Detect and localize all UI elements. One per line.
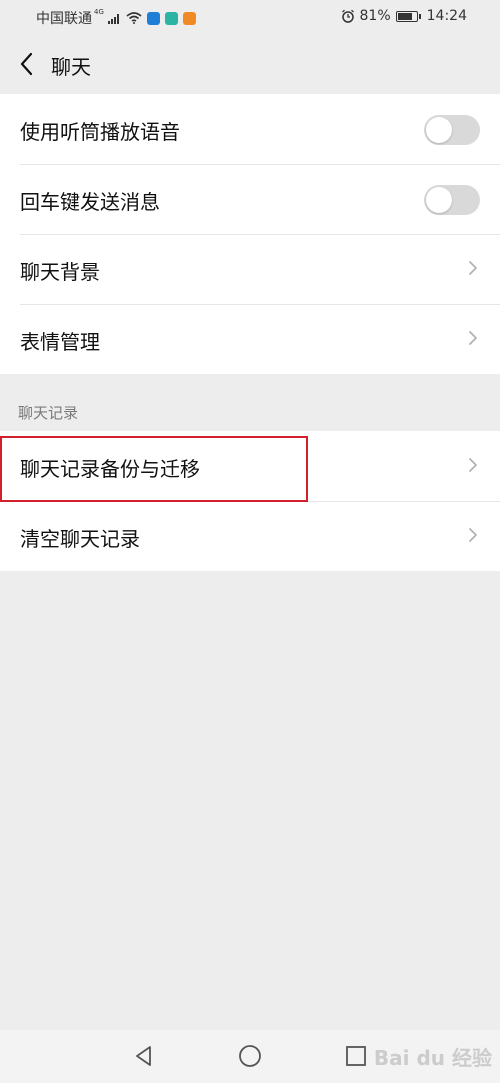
chevron-right-icon xyxy=(469,458,477,472)
battery-percent: 81% xyxy=(359,8,391,24)
signal-icon xyxy=(107,14,119,24)
clock: 14:24 xyxy=(426,8,467,24)
setting-label: 聊天记录备份与迁移 xyxy=(20,457,200,481)
setting-label: 回车键发送消息 xyxy=(20,190,160,214)
section-header-chat-history: 聊天记录 xyxy=(18,404,79,422)
setting-label: 清空聊天记录 xyxy=(20,527,140,551)
chevron-right-icon xyxy=(469,261,477,275)
setting-label: 聊天背景 xyxy=(20,260,100,284)
triangle-back-icon[interactable] xyxy=(132,1044,156,1068)
battery-icon xyxy=(395,10,421,22)
chevron-right-icon xyxy=(469,331,477,345)
app-blue-icon xyxy=(146,11,160,25)
setting-label: 表情管理 xyxy=(20,330,100,354)
setting-sticker-management[interactable]: 表情管理 xyxy=(0,304,500,374)
status-left: 中国联通 4G xyxy=(36,8,196,28)
setting-earpiece-voice[interactable]: 使用听筒播放语音 xyxy=(0,94,500,164)
status-right: 81% 14:24 xyxy=(341,8,467,24)
setting-enter-to-send[interactable]: 回车键发送消息 xyxy=(0,164,500,234)
setting-chat-background[interactable]: 聊天背景 xyxy=(0,234,500,304)
wifi-icon xyxy=(126,12,142,24)
app-orange-icon xyxy=(182,11,196,25)
setting-clear-chat-history[interactable]: 清空聊天记录 xyxy=(0,501,500,571)
setting-backup-and-migrate[interactable]: 聊天记录备份与迁移 xyxy=(0,431,500,501)
toggle-knob xyxy=(426,187,452,213)
chevron-left-icon[interactable] xyxy=(14,50,40,78)
system-nav-bar: Bai du 经验 xyxy=(0,1030,500,1083)
watermark: Bai du 经验 xyxy=(373,1046,492,1070)
enter-to-send-toggle[interactable] xyxy=(424,185,480,215)
network-type: 4G xyxy=(94,8,104,16)
circle-home-icon[interactable] xyxy=(238,1044,262,1068)
square-recents-icon[interactable] xyxy=(344,1044,368,1068)
nav-bar: 聊天 xyxy=(0,34,500,94)
carrier-label: 中国联通 xyxy=(36,11,92,27)
settings-group-1: 使用听筒播放语音 回车键发送消息 聊天背景 表情管理 xyxy=(0,94,500,374)
battery-fill xyxy=(397,12,412,20)
alarm-icon xyxy=(341,9,354,23)
app-teal-icon xyxy=(164,11,178,25)
toggle-knob xyxy=(426,117,452,143)
setting-label: 使用听筒播放语音 xyxy=(20,120,180,144)
earpiece-voice-toggle[interactable] xyxy=(424,115,480,145)
settings-group-2: 聊天记录备份与迁移 清空聊天记录 xyxy=(0,431,500,571)
status-bar: 中国联通 4G 81% 14:24 xyxy=(0,0,500,34)
page-title: 聊天 xyxy=(51,55,91,79)
chevron-right-icon xyxy=(469,528,477,542)
